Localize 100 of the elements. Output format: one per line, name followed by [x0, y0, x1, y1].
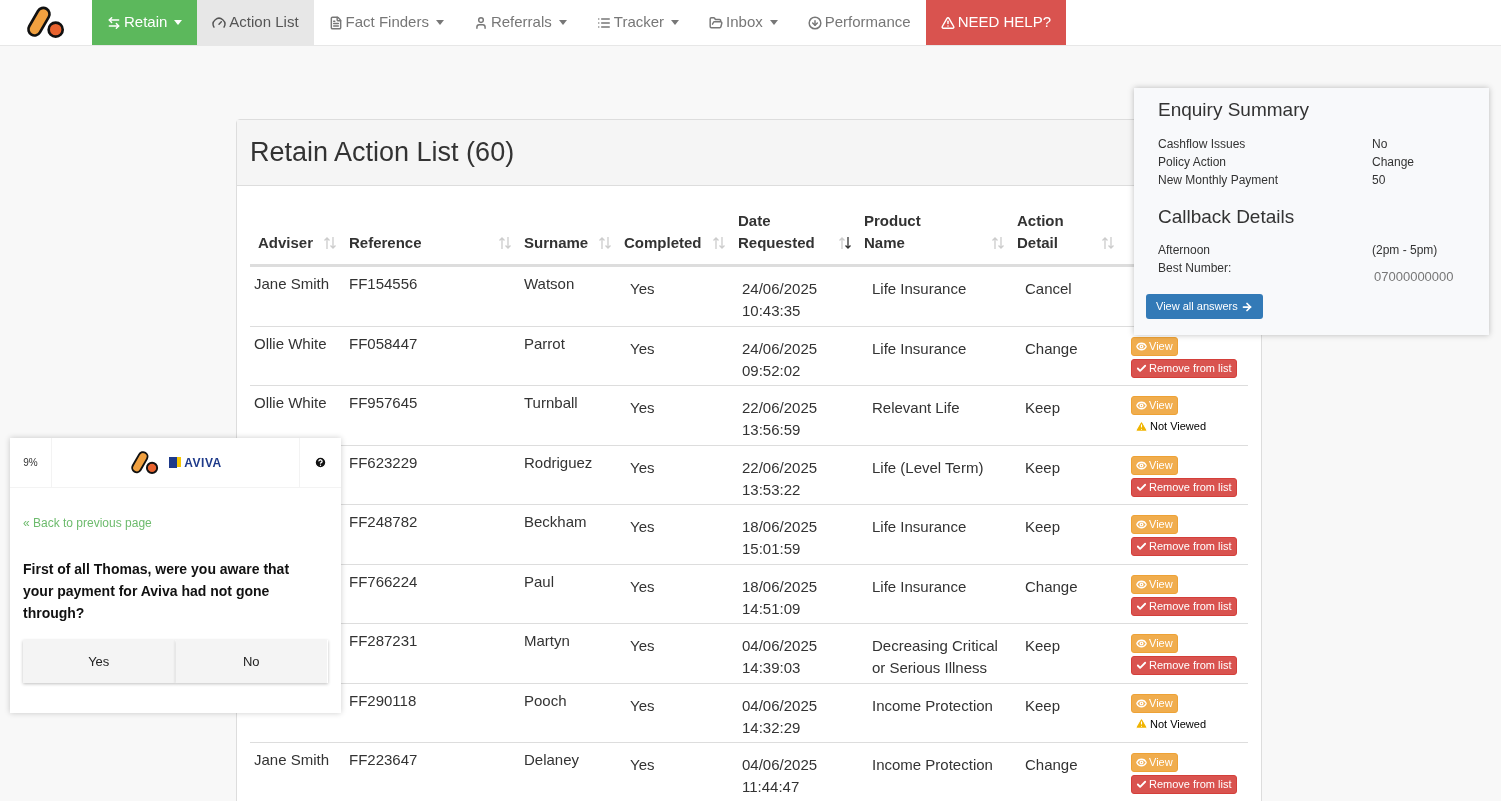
table-cell-text: Delaney [524, 750, 581, 770]
nav-tab[interactable]: NEED HELP? [925, 0, 1066, 45]
table-cell: Relevant Life [872, 399, 960, 416]
table-cell-text: FF957645 [349, 393, 419, 413]
remove-button[interactable]: Remove from list [1131, 358, 1237, 378]
list-icon [596, 15, 611, 30]
summary-value: No [1372, 135, 1388, 153]
summary-label: Afternoon [1158, 242, 1212, 259]
brand-name: AVIVA [184, 454, 222, 472]
table-cell-text: Paul [524, 571, 556, 592]
swap-arrows-icon [107, 15, 121, 30]
check-icon [1136, 362, 1147, 374]
table-cell-text: 11:44:47 [742, 777, 801, 797]
table-cell: Yes [630, 399, 655, 416]
summary-label: Best Number: [1158, 260, 1233, 277]
caret-icon [174, 20, 183, 25]
table-cell-text: FF766224 [349, 571, 419, 592]
table-cell: Yes [630, 280, 655, 297]
summary-label: Cashflow Issues [1158, 135, 1247, 153]
check-icon [1136, 660, 1147, 671]
table-cell-text: 24/06/2025 [742, 279, 819, 299]
eye-icon [1136, 638, 1147, 649]
table-cell-text: 18/06/2025 [742, 576, 819, 597]
table-cell: Cancel [1025, 280, 1072, 297]
status-text: Not Viewed [1150, 419, 1207, 434]
column-header[interactable]: Product Name [864, 210, 954, 254]
gauge-icon [212, 15, 227, 30]
table-cell: Yes [630, 518, 655, 535]
column-header[interactable]: Surname [524, 232, 598, 254]
check-icon [1136, 481, 1147, 493]
table-cell-text: Ollie White [254, 393, 328, 413]
table-cell: Decreasing Critical or Serious Illness [872, 637, 998, 676]
table-cell: Keep [1025, 696, 1061, 714]
table-cell-text: Ollie White [254, 333, 328, 354]
table-cell-text: 22/06/2025 [742, 398, 819, 418]
table-cell: Life Insurance [872, 577, 967, 595]
table-cell: Yes [630, 637, 655, 654]
remove-button[interactable]: Remove from list [1131, 656, 1237, 675]
table-cell-text: Beckham [524, 512, 588, 532]
nav-tab[interactable]: Action List [197, 0, 314, 45]
remove-button[interactable]: Remove from list [1131, 596, 1237, 616]
question-text: First of all Thomas, were you aware that your payment for Aviva had not gone through? [23, 560, 291, 623]
table-cell: Yes [630, 696, 655, 714]
check-icon [1136, 600, 1147, 612]
table-cell-text: Martyn [524, 631, 571, 651]
help-icon[interactable] [314, 456, 327, 469]
back-link[interactable]: « Back to previous page [23, 514, 328, 532]
progress-text: 9% [23, 456, 38, 470]
table-cell-text: 04/06/2025 [742, 695, 819, 716]
table-cell-text: Watson [524, 274, 576, 294]
remove-button[interactable]: Remove from list [1131, 775, 1237, 794]
table-cell: Life Insurance [872, 280, 967, 297]
warning-icon [940, 15, 955, 30]
column-header[interactable]: Reference [349, 232, 439, 254]
arrow-right-icon [1240, 300, 1253, 313]
table-cell: Keep [1025, 637, 1061, 654]
remove-button[interactable]: Remove from list [1131, 537, 1237, 556]
remove-button[interactable]: Remove from list [1131, 477, 1237, 497]
table-cell-text: Parrot [524, 333, 566, 354]
table-cell: Income Protection [872, 756, 993, 773]
table-cell-text: Jane Smith [254, 750, 331, 770]
table-cell: Life (Level Term) [872, 458, 984, 476]
summary-label: New Monthly Payment [1158, 171, 1280, 189]
summary-value: 07000000000 [1374, 268, 1454, 286]
caret-icon [435, 20, 444, 25]
table-cell-text: Turnball [524, 393, 579, 413]
table-cell-text: FF154556 [349, 274, 419, 294]
sort-arrows-icon[interactable] [838, 236, 852, 250]
table-cell-text: 24/06/2025 [742, 338, 819, 359]
document-icon [328, 15, 343, 30]
table-cell: Change [1025, 756, 1078, 773]
panel-title: Retain Action List (60) [250, 136, 515, 170]
table-cell-text: 14:51:09 [742, 598, 802, 619]
eye-icon [1136, 578, 1147, 590]
table-cell: Yes [630, 577, 655, 595]
table-cell-text: Pooch [524, 690, 568, 711]
table-cell-text: 13:56:59 [742, 420, 802, 440]
table-cell-text: FF287231 [349, 631, 419, 651]
table-cell-text: FF248782 [349, 512, 419, 532]
view-all-answers-button[interactable]: View all answers [1146, 294, 1263, 319]
table-cell-text: 04/06/2025 [742, 636, 819, 656]
column-header[interactable]: Action Detail [1017, 210, 1101, 254]
summary-value: Change [1372, 153, 1415, 171]
column-header[interactable]: Date Requested [738, 210, 828, 254]
column-header[interactable]: Adviser [258, 232, 323, 254]
answer-button[interactable]: No [175, 640, 328, 683]
caret-icon [769, 20, 778, 25]
answer-button[interactable]: Yes [23, 640, 176, 683]
eye-icon [1136, 757, 1147, 768]
summary-label: Policy Action [1158, 153, 1228, 171]
table-cell-text: 15:01:59 [742, 539, 802, 559]
caret-icon [671, 20, 680, 25]
eye-icon [1136, 519, 1147, 530]
table-cell-text: 22/06/2025 [742, 457, 819, 478]
table-cell-text: FF290118 [349, 690, 418, 711]
check-icon [1136, 541, 1147, 552]
status-text: Not Viewed [1150, 716, 1207, 732]
section-title: Enquiry Summary [1158, 98, 1310, 122]
column-header[interactable]: Completed [624, 232, 712, 254]
nav-tab[interactable]: Retain [92, 0, 198, 45]
